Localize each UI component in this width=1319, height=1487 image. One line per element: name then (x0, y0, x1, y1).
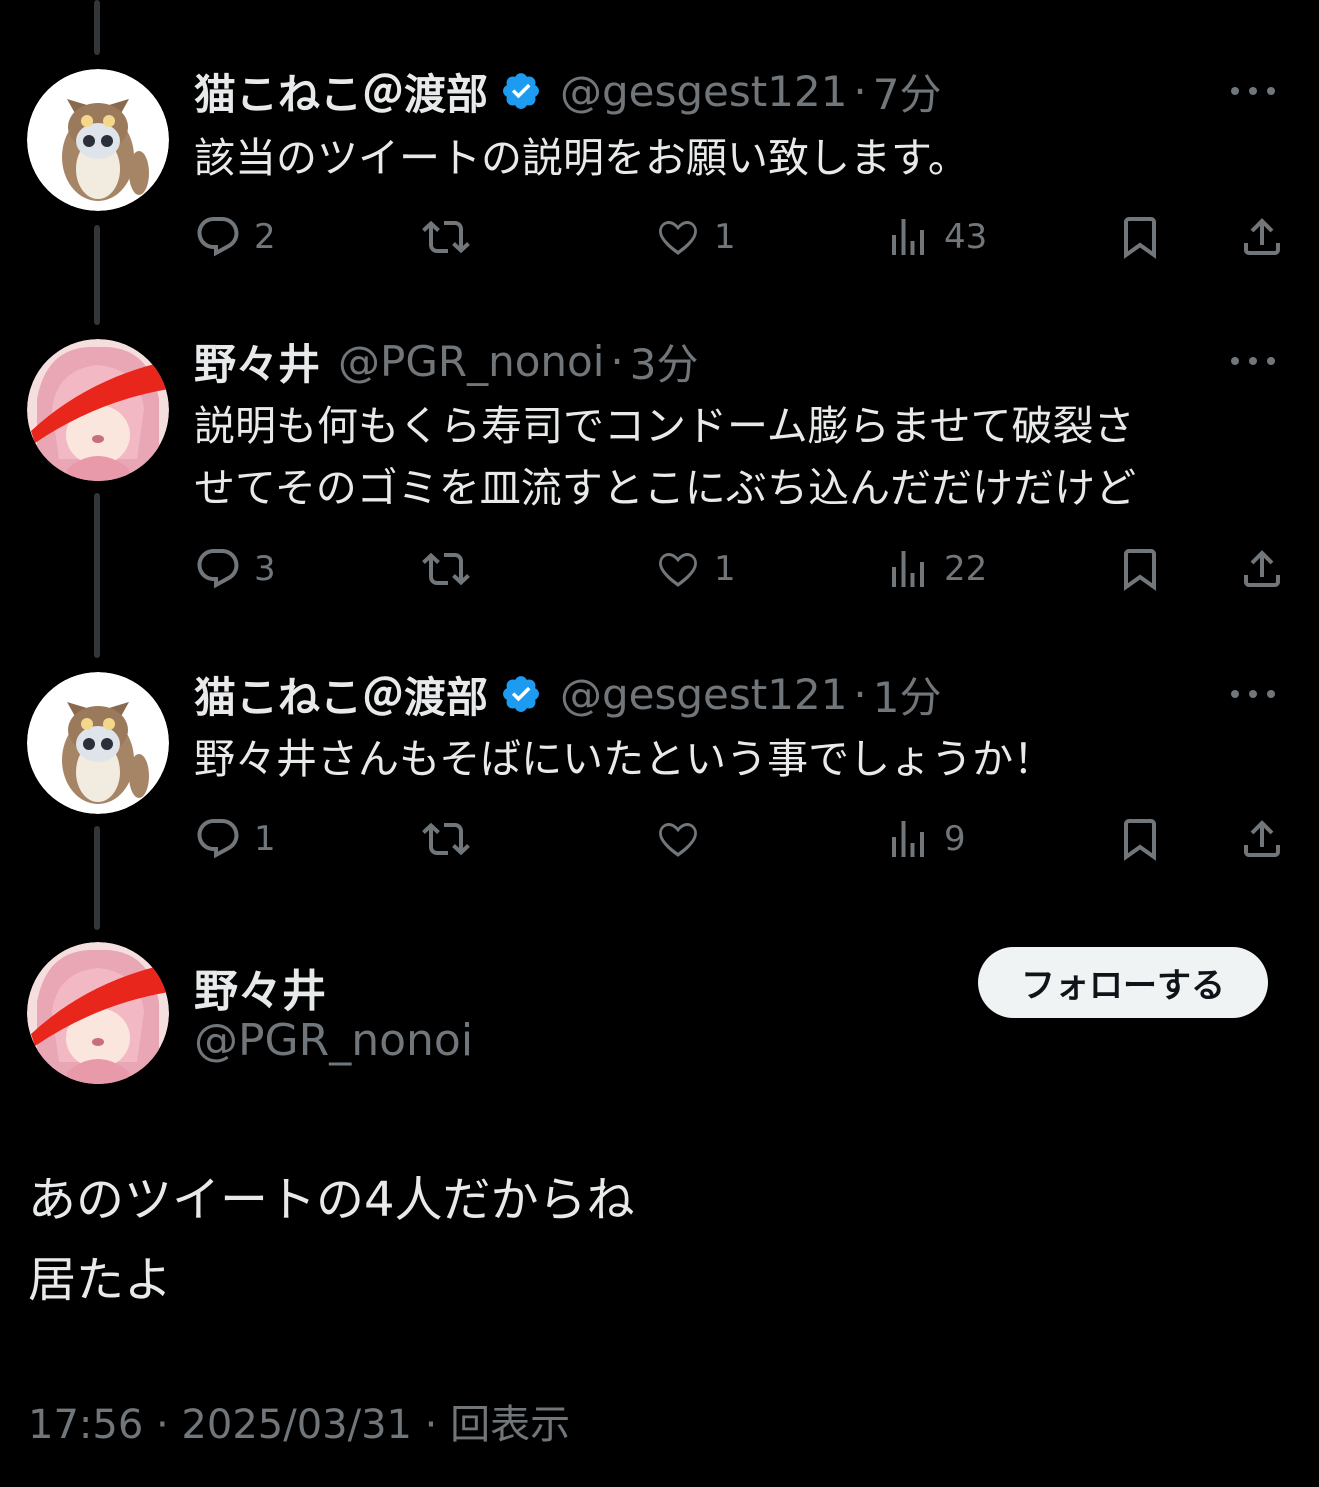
more-icon[interactable] (1231, 343, 1275, 379)
share-icon (1244, 550, 1280, 587)
reply-icon (197, 549, 239, 589)
tweet-header: 猫こねこ＠渡部 @gesgest121 · 7分 (194, 61, 942, 121)
tweet-text-line: 該当のツイートの説明をお願い致します。 (194, 134, 969, 182)
more-icon[interactable] (1231, 676, 1275, 712)
thread-line (94, 225, 100, 325)
timestamp[interactable]: 1分 (873, 664, 942, 725)
reply-count: 2 (254, 217, 276, 257)
pink-hair-girl-avatar (27, 942, 169, 1084)
avatar[interactable] (27, 942, 169, 1084)
more-icon[interactable] (1231, 73, 1275, 109)
share-button[interactable] (1238, 539, 1286, 599)
tweet-text-line: 居たよ (28, 1252, 173, 1308)
bookmark-icon (1124, 819, 1156, 861)
tweet-text-line: あのツイートの4人だからね (28, 1172, 635, 1228)
thread-line (94, 493, 100, 658)
share-icon (1244, 218, 1280, 255)
tweet-header: 野々井 @PGR_nonoi · 3分 (194, 331, 698, 391)
tweet-text-line: せてそのゴミを皿流すとこにぶち込んだだけだけど (194, 464, 1137, 512)
like-count: 1 (714, 217, 736, 257)
pink-hair-girl-avatar (27, 339, 169, 481)
tweet-header: 猫こねこ＠渡部 @gesgest121 · 1分 (194, 664, 942, 724)
retweet-icon (422, 822, 470, 856)
avatar[interactable] (27, 672, 169, 814)
tweet-text: 説明も何もくら寿司でコンドーム膨らませて破裂さ せてそのゴミを皿流すとこにぶち込… (194, 395, 1136, 519)
bookmark-button[interactable] (1116, 539, 1164, 599)
timestamp[interactable]: 7分 (873, 61, 942, 122)
tweet-text: あのツイートの4人だからね 居たよ (28, 1160, 635, 1320)
retweet-button[interactable] (422, 207, 482, 267)
views-button[interactable]: 22 (884, 539, 987, 599)
heart-icon (659, 220, 697, 255)
handle[interactable]: @PGR_nonoi (338, 337, 604, 386)
display-name[interactable]: 野々井 (194, 331, 320, 392)
avatar[interactable] (27, 339, 169, 481)
separator-dot: · (853, 66, 867, 116)
tweet-meta: 17:56 · 2025/03/31 · 回表示 (28, 1402, 571, 1448)
verified-badge-icon (503, 73, 539, 109)
like-button[interactable]: 1 (654, 207, 736, 267)
reply-count: 3 (254, 549, 276, 589)
thread-line (94, 0, 100, 55)
views-count: 43 (944, 217, 988, 257)
owl-raccoon-avatar (27, 69, 169, 211)
views-icon (892, 821, 924, 857)
action-bar: 2 1 43 (194, 207, 1294, 267)
bookmark-icon (1124, 217, 1156, 259)
display-name[interactable]: 猫こねこ＠渡部 (194, 664, 488, 725)
display-name[interactable]: 猫こねこ＠渡部 (194, 61, 488, 122)
owl-raccoon-avatar (27, 672, 169, 814)
thread-line (94, 826, 100, 930)
tweet-text: 野々井さんもそばにいたという事でしょうか！ (194, 728, 1054, 790)
like-count: 1 (714, 549, 736, 589)
views-icon (892, 551, 924, 587)
reply-icon (197, 819, 239, 859)
timestamp[interactable]: 3分 (630, 331, 699, 392)
tweet-text-line: 野々井さんもそばにいたという事でしょうか！ (194, 735, 1055, 783)
like-button[interactable] (654, 809, 714, 869)
action-bar: 1 9 (194, 809, 1294, 869)
heart-icon (659, 822, 697, 857)
views-count: 9 (944, 819, 966, 859)
heart-icon (659, 552, 697, 587)
tweet-text-line: 説明も何もくら寿司でコンドーム膨らませて破裂さ (194, 402, 1135, 450)
views-count: 22 (944, 549, 988, 589)
follow-button[interactable]: フォローする (978, 947, 1268, 1018)
reply-button[interactable]: 1 (194, 809, 276, 869)
reply-button[interactable]: 2 (194, 207, 276, 267)
views-icon (892, 219, 924, 255)
views-button[interactable]: 9 (884, 809, 966, 869)
views-button[interactable]: 43 (884, 207, 987, 267)
bookmark-button[interactable] (1116, 809, 1164, 869)
share-icon (1244, 820, 1280, 857)
handle[interactable]: @gesgest121 (560, 67, 847, 116)
retweet-icon (422, 220, 470, 254)
retweet-icon (422, 552, 470, 586)
reply-icon (197, 217, 239, 257)
reply-count: 1 (254, 819, 276, 859)
bookmark-button[interactable] (1116, 207, 1164, 267)
display-name[interactable]: 野々井 (194, 955, 326, 1019)
handle[interactable]: @PGR_nonoi (194, 1015, 473, 1066)
retweet-button[interactable] (422, 809, 482, 869)
separator-dot: · (610, 336, 624, 386)
like-button[interactable]: 1 (654, 539, 736, 599)
tweet-text: 該当のツイートの説明をお願い致します。 (194, 127, 969, 189)
avatar[interactable] (27, 69, 169, 211)
verified-badge-icon (503, 676, 539, 712)
share-button[interactable] (1238, 207, 1286, 267)
bookmark-icon (1124, 549, 1156, 591)
separator-dot: · (853, 669, 867, 719)
share-button[interactable] (1238, 809, 1286, 869)
reply-button[interactable]: 3 (194, 539, 276, 599)
handle[interactable]: @gesgest121 (560, 670, 847, 719)
retweet-button[interactable] (422, 539, 482, 599)
action-bar: 3 1 22 (194, 539, 1294, 599)
